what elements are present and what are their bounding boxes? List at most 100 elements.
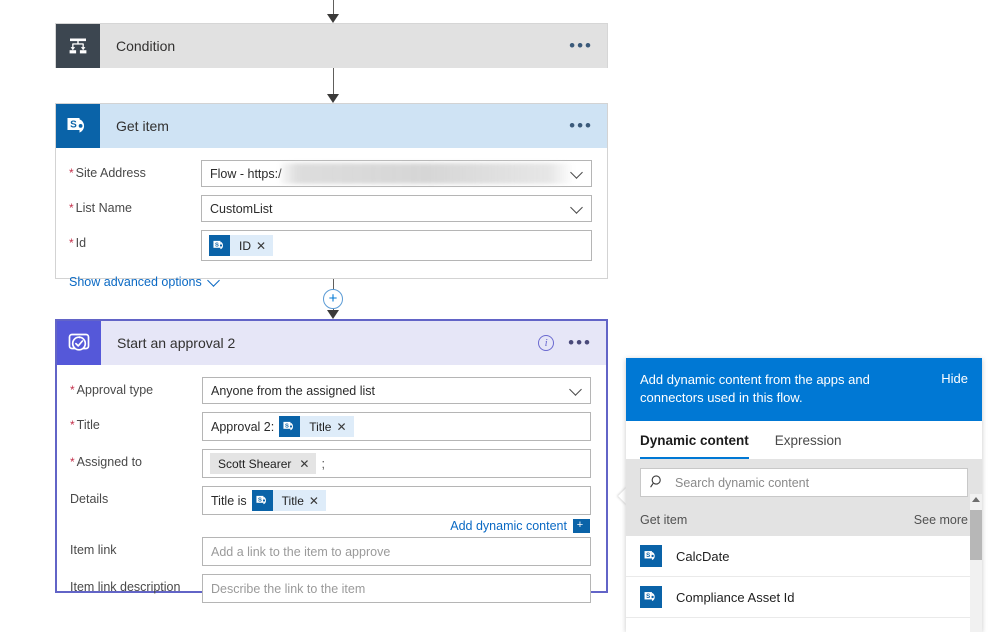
scroll-up-arrow-icon[interactable] [972, 497, 980, 502]
site-address-value: Flow - https:/ [210, 166, 282, 181]
dynamic-content-banner-text: Add dynamic content from the apps and co… [640, 372, 870, 405]
field-row-id: * Id S ID ✕ [69, 230, 592, 261]
field-row-item-link-description: Item link description Describe the link … [70, 574, 591, 603]
site-address-label: * Site Address [69, 166, 146, 180]
item-link-input-wrap[interactable]: Add a link to the item to approve [202, 537, 591, 566]
dynamic-content-list: S CalcDate S Compliance Asset Id [626, 536, 982, 618]
condition-card-actions: ••• [569, 37, 607, 54]
sharepoint-icon: S [640, 586, 662, 608]
sharepoint-icon: S [279, 416, 301, 437]
list-name-dropdown[interactable]: CustomList [201, 195, 592, 222]
required-indicator: * [69, 201, 74, 215]
svg-text:S: S [258, 497, 262, 503]
dynamic-token-title[interactable]: S Title ✕ [279, 416, 354, 437]
field-row-item-link: Item link Add a link to the item to appr… [70, 537, 591, 566]
approval-type-value: Anyone from the assigned list [211, 383, 375, 398]
list-name-label: * List Name [69, 201, 132, 215]
title-prefix-text: Approval 2: [211, 419, 275, 434]
list-item-label: CalcDate [676, 548, 730, 564]
approval-card-body: * Approval type Anyone from the assigned … [57, 365, 606, 615]
get-item-more-menu-button[interactable]: ••• [569, 117, 593, 134]
details-prefix-text: Title is [211, 493, 247, 508]
info-icon[interactable]: i [538, 335, 555, 351]
field-row-title: * Title Approval 2: S Title ✕ [70, 412, 591, 441]
title-token-input[interactable]: Approval 2: S Title ✕ [202, 412, 591, 441]
token-label: ID [239, 238, 251, 253]
item-link-placeholder: Add a link to the item to approve [211, 544, 391, 559]
required-indicator: * [69, 166, 74, 180]
card-get-item[interactable]: S Get item ••• * Site Address Flow - http… [55, 103, 608, 289]
flow-designer-canvas: Condition ••• S Get item ••• * Site Addr… [0, 0, 999, 632]
id-label: * Id [69, 236, 87, 250]
dynamic-content-tabs: Dynamic content Expression [626, 421, 982, 459]
chevron-down-icon [571, 205, 582, 212]
search-input[interactable] [673, 474, 958, 491]
token-label: Title [281, 493, 304, 508]
assigned-to-label: * Assigned to [70, 455, 142, 469]
insert-step-button[interactable]: + [323, 289, 343, 309]
get-item-card-actions: ••• [569, 117, 607, 134]
remove-person-icon[interactable]: ✕ [291, 457, 316, 471]
see-more-button[interactable]: See more [914, 513, 968, 527]
sharepoint-icon: S [209, 235, 230, 256]
show-advanced-options-link[interactable]: Show advanced options [69, 269, 220, 289]
list-name-value: CustomList [210, 201, 273, 216]
field-row-approval-type: * Approval type Anyone from the assigned … [70, 377, 591, 404]
site-address-dropdown[interactable]: Flow - https:/ [201, 160, 592, 187]
svg-text:S: S [70, 120, 77, 131]
sharepoint-icon: S [56, 104, 100, 148]
tab-dynamic-content[interactable]: Dynamic content [640, 421, 749, 459]
dynamic-token-title-details[interactable]: S Title ✕ [251, 490, 326, 511]
card-start-an-approval-2[interactable]: Start an approval 2 i ••• * Approval type… [55, 319, 608, 603]
item-link-description-input-wrap[interactable]: Describe the link to the item [202, 574, 591, 603]
remove-token-icon[interactable]: ✕ [309, 494, 326, 508]
details-label: Details [70, 492, 109, 506]
chevron-down-icon [206, 274, 220, 287]
person-chip-scott-shearer[interactable]: Scott Shearer ✕ [210, 453, 317, 474]
id-token-input[interactable]: S ID ✕ [201, 230, 592, 261]
add-dynamic-content-plus-icon[interactable]: + [573, 519, 590, 533]
sharepoint-icon: S [640, 545, 662, 567]
required-indicator: * [70, 455, 75, 469]
dynamic-token-id[interactable]: S ID ✕ [209, 235, 274, 256]
approval-more-menu-button[interactable]: ••• [568, 334, 592, 351]
approval-type-dropdown[interactable]: Anyone from the assigned list [202, 377, 591, 404]
details-token-input[interactable]: Title is S Title ✕ [202, 486, 591, 515]
hide-panel-button[interactable]: Hide [941, 371, 968, 386]
approval-type-label: * Approval type [70, 383, 154, 397]
site-address-redaction [280, 163, 572, 184]
svg-text:S: S [285, 423, 289, 429]
list-item[interactable]: S CalcDate [626, 536, 982, 577]
required-indicator: * [70, 418, 75, 432]
assigned-to-input[interactable]: Scott Shearer ✕ ; [202, 449, 591, 478]
search-box[interactable] [640, 468, 968, 497]
field-row-details: Details Title is S Title ✕ [70, 486, 591, 515]
field-row-list-name: * List Name CustomList [69, 195, 592, 222]
approval-card-header[interactable]: Start an approval 2 i ••• [57, 321, 606, 365]
search-icon [650, 474, 665, 492]
required-indicator: * [70, 383, 75, 397]
approvals-icon [57, 321, 101, 365]
condition-card-header[interactable]: Condition ••• [56, 24, 607, 68]
list-item-label: Compliance Asset Id [676, 589, 795, 605]
list-item[interactable]: S Compliance Asset Id [626, 577, 982, 618]
dynamic-content-group-name: Get item [640, 513, 688, 527]
condition-more-menu-button[interactable]: ••• [569, 37, 593, 54]
dynamic-content-group-header: Get item See more [626, 507, 982, 536]
tab-expression[interactable]: Expression [775, 421, 842, 459]
svg-text:S: S [215, 242, 219, 248]
svg-text:S: S [646, 552, 650, 559]
person-chip-label: Scott Shearer [218, 456, 292, 471]
svg-text:S: S [646, 593, 650, 600]
card-condition[interactable]: Condition ••• [55, 23, 608, 68]
remove-token-icon[interactable]: ✕ [256, 239, 273, 253]
item-link-description-placeholder: Describe the link to the item [211, 581, 366, 596]
get-item-card-header[interactable]: S Get item ••• [56, 104, 607, 148]
add-dynamic-content-link[interactable]: Add dynamic content [450, 519, 567, 533]
assigned-to-separator: ; [321, 456, 325, 471]
field-row-site-address: * Site Address Flow - https:/ [69, 160, 592, 187]
token-label: Title [309, 419, 332, 434]
remove-token-icon[interactable]: ✕ [336, 420, 353, 434]
dynamic-content-banner: Add dynamic content from the apps and co… [626, 358, 982, 421]
panel-scrollbar-thumb[interactable] [970, 510, 982, 560]
